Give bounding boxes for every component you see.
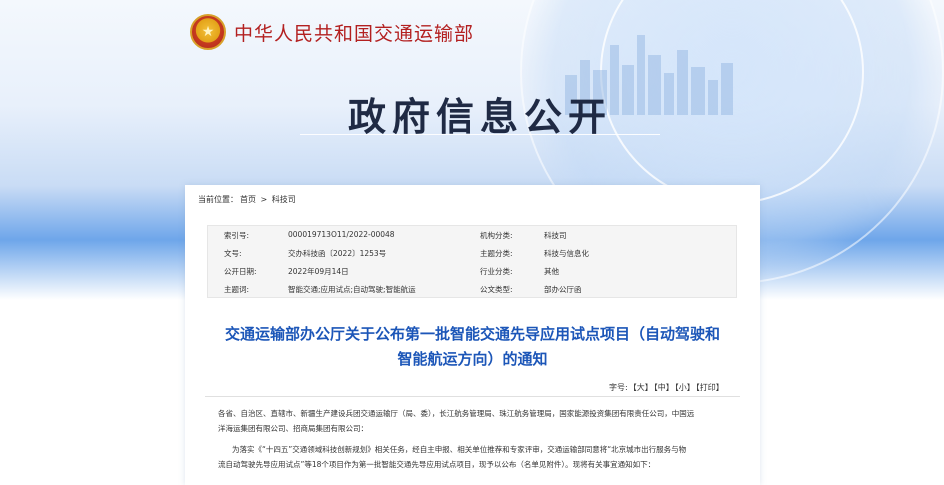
paragraph-line: 流自动驾驶先导应用试点”等18个项目作为第一批智能交通先导应用试点项目，现予以公…	[218, 460, 656, 469]
index-label: 索引号:	[224, 231, 250, 240]
org-label: 机构分类:	[480, 231, 513, 240]
date-label: 公开日期:	[224, 267, 257, 276]
national-emblem-icon: ★	[190, 14, 226, 50]
title-underline	[300, 134, 660, 135]
meta-row: 主题词: 智能交通;应用试点;自动驾驶;智能航运 公文类型: 部办公厅函	[208, 280, 736, 298]
date-value: 2022年09月14日	[288, 267, 349, 276]
meta-row: 索引号: 000019713O11/2022-00048 机构分类: 科技司	[208, 226, 736, 244]
breadcrumb-label: 当前位置：	[198, 195, 238, 204]
meta-row: 文号: 交办科技函〔2022〕1253号 主题分类: 科技与信息化	[208, 244, 736, 262]
doc-no-value: 交办科技函〔2022〕1253号	[288, 249, 387, 258]
keywords-label: 主题词:	[224, 285, 250, 294]
article-title: 交通运输部办公厅关于公布第一批智能交通先导应用试点项目（自动驾驶和 智能航运方向…	[200, 322, 745, 372]
document-metadata-table: 索引号: 000019713O11/2022-00048 机构分类: 科技司 文…	[207, 225, 737, 298]
print-button[interactable]: 【打印】	[696, 383, 724, 392]
meta-row: 公开日期: 2022年09月14日 行业分类: 其他	[208, 262, 736, 280]
content-divider	[205, 396, 740, 397]
org-name: 中华人民共和国交通运输部	[234, 22, 475, 45]
index-value: 000019713O11/2022-00048	[288, 230, 395, 239]
org-value: 科技司	[544, 231, 567, 240]
paragraph-line: 各省、自治区、直辖市、新疆生产建设兵团交通运输厅（局、委），长江航务管理局、珠江…	[218, 409, 695, 418]
topic-label: 主题分类:	[480, 249, 513, 258]
doc-type-label: 公文类型:	[480, 285, 513, 294]
font-size-controls: 字号:【大】【中】【小】【打印】	[608, 382, 724, 393]
site-logo[interactable]: ★ 中华人民共和国交通运输部	[190, 14, 474, 50]
breadcrumb-separator: >	[260, 195, 268, 204]
breadcrumb-current-link[interactable]: 科技司	[272, 195, 296, 204]
font-medium-button[interactable]: 【中】	[654, 383, 674, 392]
article-title-line: 智能航运方向）的通知	[397, 350, 548, 368]
breadcrumb: 当前位置： 首页 > 科技司	[198, 194, 298, 205]
page-title: 政府信息公开	[347, 95, 612, 139]
doc-no-label: 文号:	[224, 249, 242, 258]
paragraph-line: 为落实《“十四五”交通领域科技创新规划》相关任务，经自主申报、相关单位推荐和专家…	[232, 445, 687, 454]
font-small-button[interactable]: 【小】	[675, 383, 695, 392]
article-title-line: 交通运输部办公厅关于公布第一批智能交通先导应用试点项目（自动驾驶和	[224, 325, 720, 343]
topic-value: 科技与信息化	[544, 249, 589, 258]
keywords-value: 智能交通;应用试点;自动驾驶;智能航运	[288, 285, 416, 294]
industry-label: 行业分类:	[480, 267, 513, 276]
font-large-button[interactable]: 【大】	[629, 383, 653, 392]
breadcrumb-home-link[interactable]: 首页	[240, 195, 256, 204]
font-size-label: 字号:	[609, 383, 628, 392]
paragraph-line: 洋海运集团有限公司、招商局集团有限公司：	[218, 424, 368, 433]
doc-type-value: 部办公厅函	[544, 285, 582, 294]
industry-value: 其他	[544, 267, 559, 276]
